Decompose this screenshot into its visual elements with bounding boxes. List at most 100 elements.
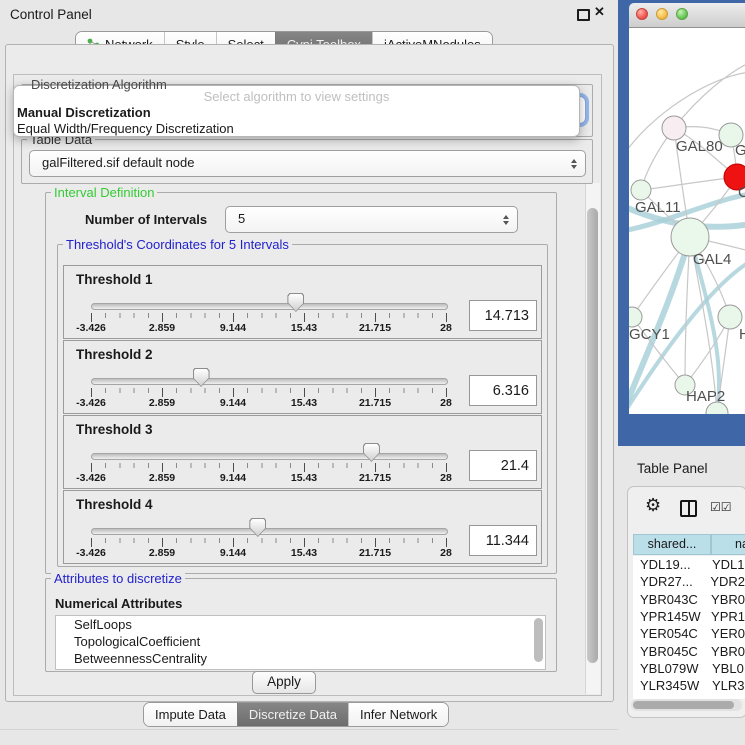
divider [0,729,618,730]
close-traffic-light-icon[interactable] [636,8,648,20]
number-of-intervals-label: Number of Intervals [85,212,207,227]
table-data-combobox[interactable]: galFiltered.sif default node [29,150,586,177]
axis-tick-label: -3.426 [76,547,106,559]
list-scrollbar-thumb[interactable] [534,618,543,662]
node-label: GCY1 [629,326,670,343]
panel-title: Control Panel [10,7,92,22]
tab-impute-data[interactable]: Impute Data [144,703,237,726]
axis-tick-label: -3.426 [76,397,106,409]
attribute-item[interactable]: TopologicalCoefficient [56,633,545,650]
attribute-item[interactable]: BetweennessCentrality [56,650,545,667]
table-row[interactable]: YLR345WYLR3 [633,677,745,694]
network-edge [674,62,745,128]
select-columns-icon[interactable]: ☑☑ [710,500,732,514]
table-row[interactable]: YPR145WYPR1 [633,608,745,625]
slider-track[interactable] [91,303,448,310]
node-label: H [739,326,745,343]
dropdown-option-equal-width[interactable]: Equal Width/Frequency Discretization [14,121,579,137]
threshold-1-panel: Threshold 1 -3.426 2.859 9.144 15.43 21.… [63,265,542,339]
node-label: GA [735,142,745,159]
axis-tick-label: 28 [440,547,452,559]
attributes-group-label: Attributes to discretize [51,572,185,585]
float-window-icon[interactable] [577,9,590,21]
number-of-intervals-combobox[interactable]: 5 [225,206,518,233]
table-rows: YDL19...YDL1YDR27...YDR2YBR043CYBR0YPR14… [633,556,745,699]
axis-tick-label: 21.715 [359,472,391,484]
node-label: GAL4 [693,251,731,268]
threshold-4-panel: Threshold 4 -3.426 2.859 9.144 15.43 21.… [63,490,542,564]
app-root: Control Panel ✕ Network Style Select Cyn… [0,0,745,745]
table-row[interactable]: YER054CYER0 [633,625,745,642]
axis-tick-label: -3.426 [76,322,106,334]
network-node[interactable] [662,116,686,140]
table-hscrollbar-thumb[interactable] [633,701,734,709]
axis-tick-label: 9.144 [220,322,246,334]
threshold-3-value-field[interactable]: 21.4 [469,450,537,481]
network-edge [641,177,737,190]
tab-infer-network[interactable]: Infer Network [348,703,448,726]
network-canvas[interactable]: GAL80GACGAL11GAL4GCY1HHAP2 [629,28,745,414]
table-data-value: galFiltered.sif default node [30,151,585,174]
zoom-traffic-light-icon[interactable] [676,8,688,20]
stepper-icon [503,215,509,225]
slider-ticks [91,388,448,397]
column-header-name[interactable]: name [711,534,745,555]
table-row[interactable]: YBL079WYBL0 [633,660,745,677]
network-node[interactable] [631,180,651,200]
table-panel-title: Table Panel [637,461,708,476]
split-panel-icon[interactable] [680,500,697,517]
axis-tick-label: 15.43 [291,322,317,334]
minimize-traffic-light-icon[interactable] [656,8,668,20]
axis-tick-label: 2.859 [149,472,175,484]
algorithm-dropdown-popup: Select algorithm to view settings Manual… [13,85,580,137]
slider-ticks [91,463,448,472]
node-label: C [738,184,745,201]
axis-tick-label: 21.715 [359,322,391,334]
apply-button[interactable]: Apply [252,671,316,694]
thresholds-group-label: Threshold's Coordinates for 5 Intervals [63,238,292,251]
axis-tick-label: 9.144 [220,472,246,484]
node-label: GAL80 [676,138,723,155]
axis-tick-label: 21.715 [359,547,391,559]
table-row[interactable]: YBR045CYBR0 [633,642,745,659]
axis-tick-label: 2.859 [149,397,175,409]
gear-icon[interactable]: ⚙ [645,495,661,516]
interval-definition-label: Interval Definition [51,186,157,199]
table-row[interactable]: YDR27...YDR2 [633,573,745,590]
axis-tick-label: 28 [440,397,452,409]
numerical-attributes-list[interactable]: SelfLoopsTopologicalCoefficientBetweenne… [55,615,546,670]
axis-tick-label: 9.144 [220,397,246,409]
threshold-4-value-field[interactable]: 11.344 [469,525,537,556]
slider-track[interactable] [91,378,448,385]
threshold-1-value-field[interactable]: 14.713 [469,300,537,331]
slider-track[interactable] [91,528,448,535]
close-icon[interactable]: ✕ [594,4,605,20]
table-hscrollbar[interactable] [631,699,742,711]
threshold-2-value-field[interactable]: 6.316 [469,375,537,406]
tab-discretize-data[interactable]: Discretize Data [237,703,348,726]
axis-tick-label: 15.43 [291,472,317,484]
axis-tick-label: 28 [440,472,452,484]
axis-tick-label: 9.144 [220,547,246,559]
node-label: GAL11 [635,199,681,216]
panel-scrollbar-thumb[interactable] [587,208,598,663]
table-header-row: shared... name [633,534,745,555]
axis-tick-label: 21.715 [359,397,391,409]
threshold-2-panel: Threshold 2 -3.426 2.859 9.144 15.43 21.… [63,340,542,414]
table-row[interactable]: YDL19...YDL1 [633,556,745,573]
axis-tick-label: 15.43 [291,397,317,409]
axis-tick-label: 15.43 [291,547,317,559]
network-node[interactable] [629,307,642,327]
axis-tick-label: 2.859 [149,547,175,559]
slider-ticks [91,313,448,322]
axis-tick-label: -3.426 [76,472,106,484]
threshold-3-panel: Threshold 3 -3.426 2.859 9.144 15.43 21.… [63,415,542,489]
attribute-item[interactable]: SelfLoops [56,616,545,633]
bottom-tabbar: Impute Data Discretize Data Infer Networ… [143,702,449,727]
table-row[interactable]: YBR043CYBR0 [633,591,745,608]
column-header-shared-name[interactable]: shared... [633,534,711,555]
network-view[interactable]: GAL80GACGAL11GAL4GCY1HHAP2 [629,28,745,414]
dropdown-option-manual[interactable]: Manual Discretization [14,105,579,121]
axis-tick-label: 28 [440,322,452,334]
slider-track[interactable] [91,453,448,460]
